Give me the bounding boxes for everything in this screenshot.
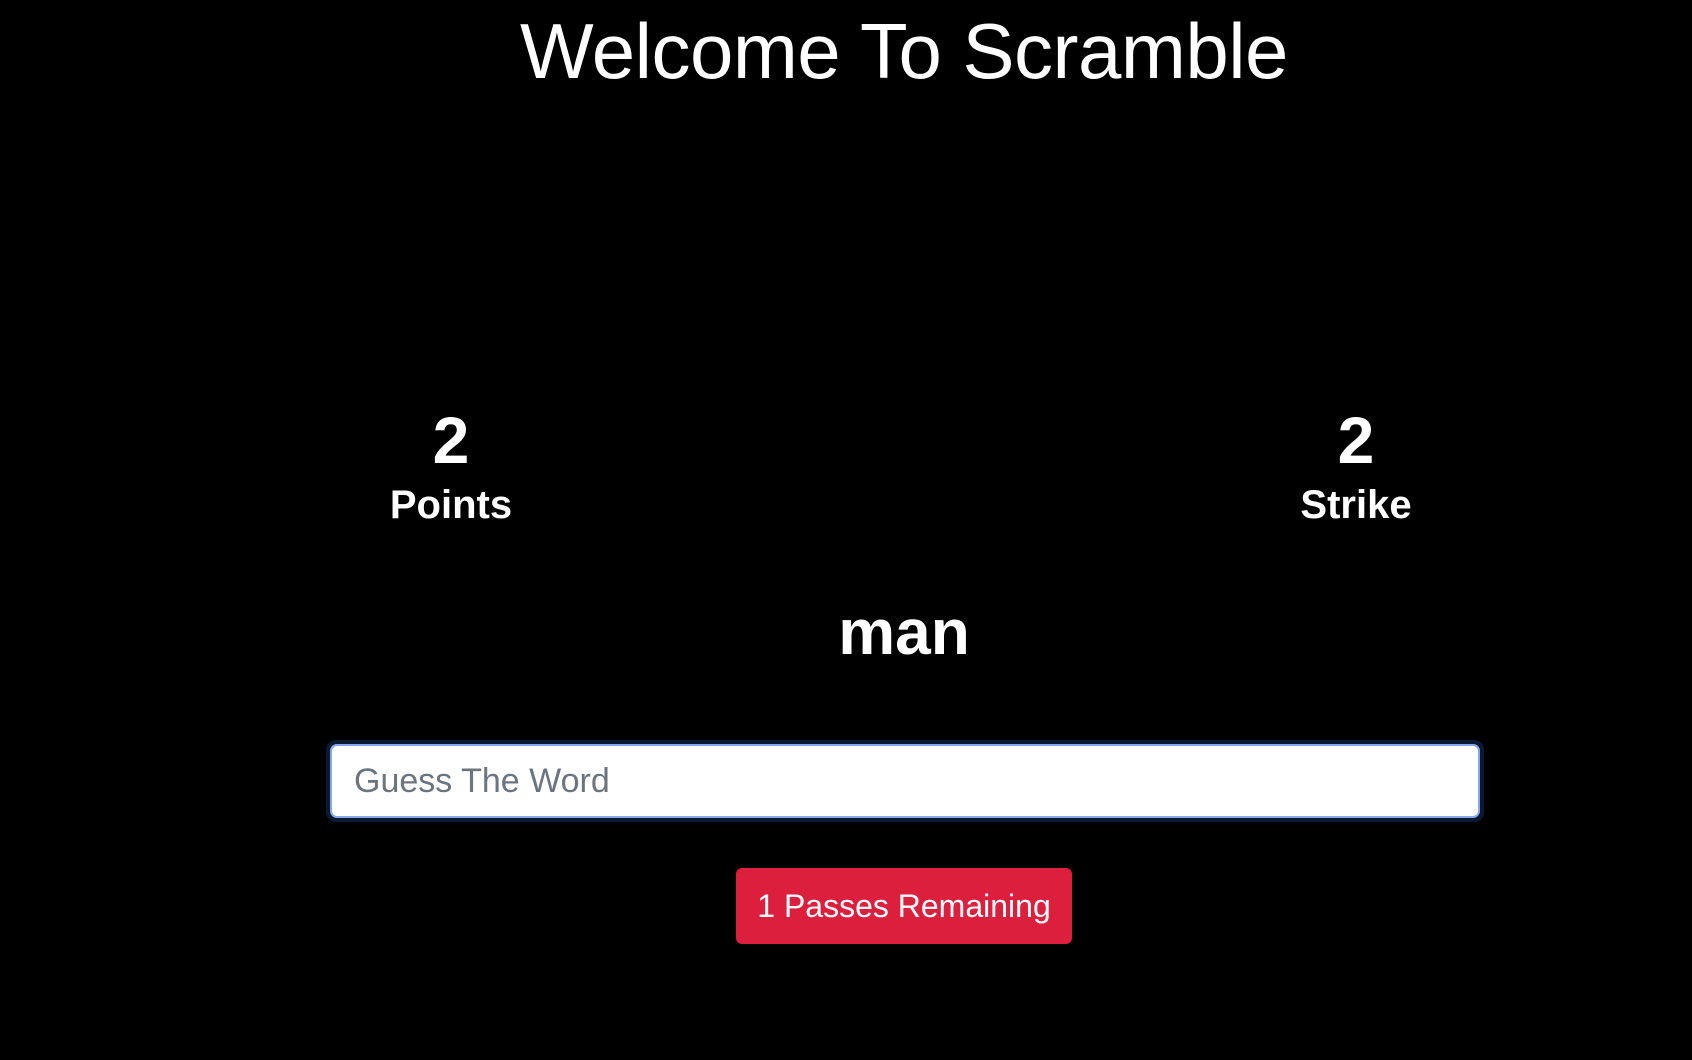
scrambled-word: man: [838, 596, 970, 668]
points-value: 2: [432, 403, 470, 477]
strikes-value: 2: [1337, 403, 1375, 477]
strikes-stat: 2 Strike: [1236, 400, 1476, 530]
guess-input[interactable]: [330, 744, 1480, 818]
points-label: Points: [389, 483, 513, 527]
page-title: Welcome To Scramble: [520, 7, 1288, 95]
strikes-label: Strike: [1300, 483, 1412, 527]
points-stat: 2 Points: [331, 400, 571, 530]
pass-button[interactable]: 1 Passes Remaining: [736, 868, 1072, 944]
guess-field-focus-ring: [326, 740, 1484, 822]
